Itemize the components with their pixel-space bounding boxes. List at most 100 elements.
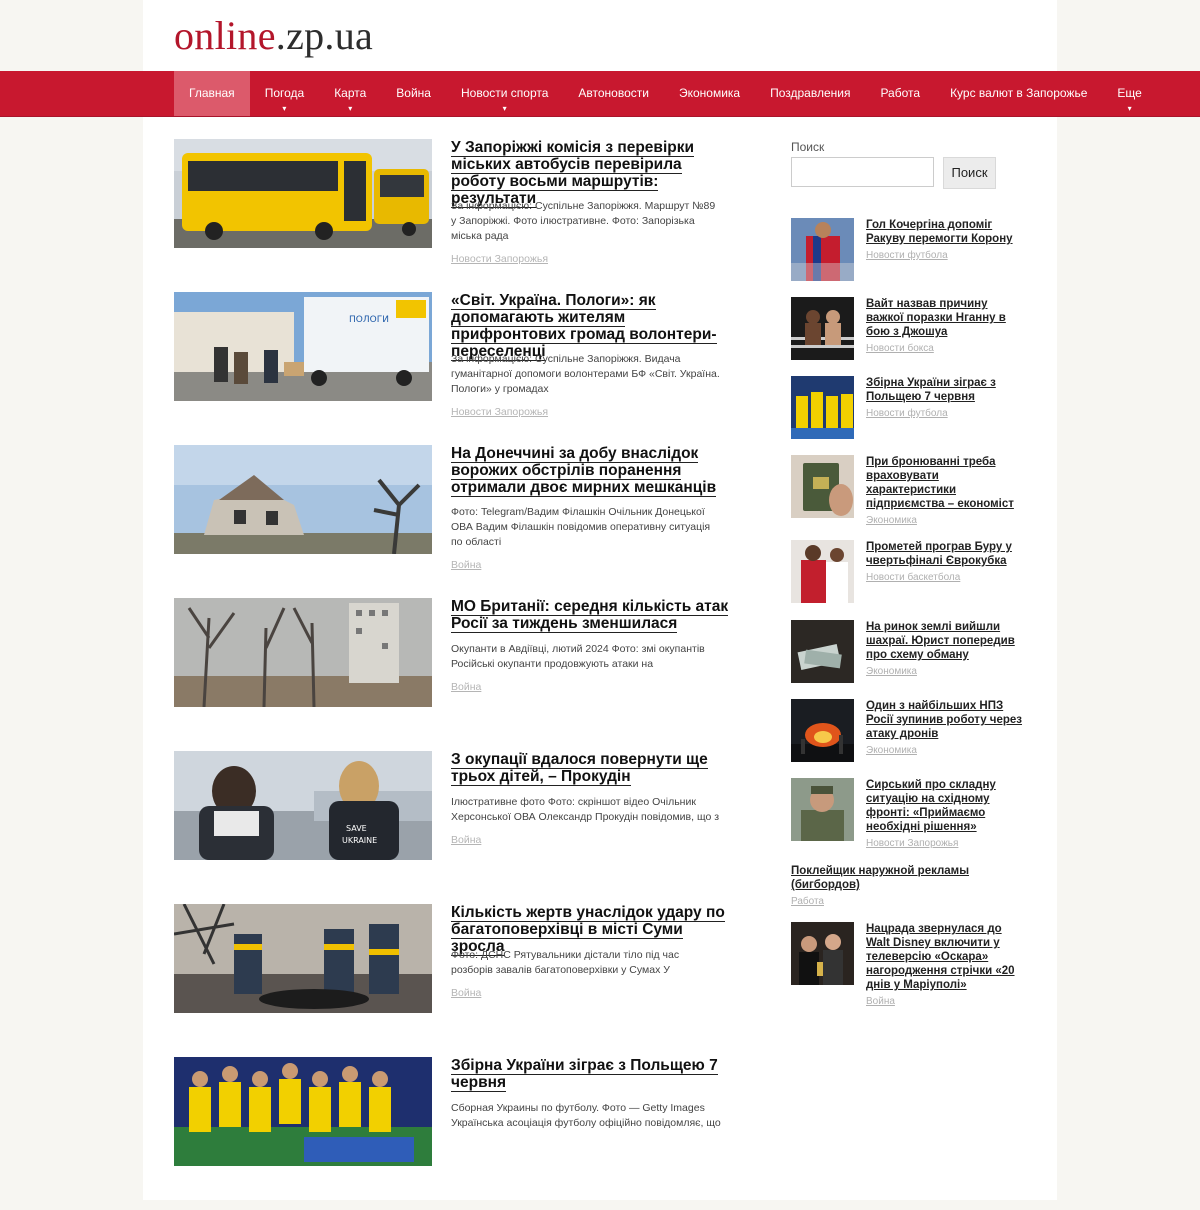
article-excerpt: Фото: ДСНС Рятувальники дістали тіло під…	[451, 949, 680, 976]
nav-item[interactable]: Еще ▾	[1102, 71, 1156, 116]
sidebar-news-title[interactable]: На ринок землі вийшли шахраї. Юрист попе…	[866, 620, 1027, 662]
article-category-link[interactable]: Война	[451, 681, 481, 693]
nav-item[interactable]: Курс валют в Запорожье	[935, 71, 1102, 116]
nav-item[interactable]: Погода ▾	[250, 71, 320, 116]
sidebar-news-title[interactable]: Нацрада звернулася до Walt Disney включи…	[866, 922, 1027, 992]
nav-item[interactable]: Карта ▾	[319, 71, 381, 116]
sidebar-news-title[interactable]: Один з найбільших НПЗ Росії зупинив робо…	[866, 699, 1027, 741]
article-category-link[interactable]: Война	[451, 987, 481, 999]
article-thumbnail[interactable]	[174, 445, 432, 554]
article-title-link[interactable]: МО Британії: середня кількість атак Росі…	[451, 598, 729, 633]
sidebar-news-title[interactable]: Сирський про складну ситуацію на східном…	[866, 778, 1027, 834]
sidebar-category-link[interactable]: Экономика	[866, 666, 917, 677]
nav-item[interactable]: Новости спорта ▾	[446, 71, 563, 116]
sidebar-thumbnail[interactable]	[791, 540, 854, 603]
logo-part-1: online	[174, 12, 276, 58]
article-title[interactable]: З окупації вдалося повернути ще трьох ді…	[451, 751, 731, 786]
article-title[interactable]: У Запоріжжі комісія з перевірки міських …	[451, 139, 731, 208]
article-card: ПОЛОГИ «Світ. Україна. Пологи»: як допом…	[174, 292, 734, 445]
sidebar-thumbnail[interactable]	[791, 778, 854, 841]
sidebar-thumbnail[interactable]	[791, 218, 854, 281]
search-button[interactable]: Поиск	[943, 157, 996, 189]
sidebar-news-title-link[interactable]: Один з найбільших НПЗ Росії зупинив робо…	[866, 700, 1022, 740]
sidebar-news-title-link[interactable]: При бронюванні треба враховувати характе…	[866, 456, 1014, 510]
article-excerpt: Окупанти в Авдіївці, лютий 2024 Фото: зм…	[451, 643, 705, 670]
sidebar-category-link[interactable]: Новости Запорожья	[866, 838, 958, 849]
article-category-link[interactable]: Война	[451, 559, 481, 571]
article-excerpt: За інформацією: Суспільне Запоріжжя. Вид…	[451, 353, 720, 395]
sidebar-news-title-link[interactable]: Сирський про складну ситуацію на східном…	[866, 779, 996, 833]
article-title-link[interactable]: З окупації вдалося повернути ще трьох ді…	[451, 751, 708, 786]
article-card: У Запоріжжі комісія з перевірки міських …	[174, 139, 734, 292]
site-logo[interactable]: online.zp.ua	[174, 12, 373, 58]
sidebar-thumbnail[interactable]	[791, 455, 854, 518]
sidebar-thumbnail[interactable]	[791, 297, 854, 360]
sidebar-category-link[interactable]: Новости футбола	[866, 250, 948, 261]
nav-item[interactable]: Поздравления	[755, 71, 865, 116]
article-title[interactable]: На Донеччині за добу внаслідок ворожих о…	[451, 445, 731, 497]
sidebar-news-title-link[interactable]: Збірна України зіграє з Польщею 7 червня	[866, 377, 996, 403]
nav-item[interactable]: Автоновости	[563, 71, 664, 116]
sidebar-category-link[interactable]: Экономика	[866, 515, 917, 526]
nav-item[interactable]: Война	[381, 71, 446, 116]
article-title[interactable]: Збірна України зіграє з Польщею 7 червня	[451, 1057, 731, 1092]
nav-item-label: Работа	[880, 86, 921, 100]
nav-item-label: Война	[396, 86, 431, 100]
article-title-link[interactable]: На Донеччині за добу внаслідок ворожих о…	[451, 445, 717, 497]
sidebar-news-title[interactable]: Збірна України зіграє з Польщею 7 червня	[866, 376, 1027, 404]
sidebar-news-title[interactable]: Вайт назвав причину важкої поразки Нганн…	[866, 297, 1027, 339]
sidebar-thumbnail[interactable]	[791, 699, 854, 762]
search-row: Поиск	[791, 157, 1027, 189]
sidebar-category-link[interactable]: Война	[866, 996, 895, 1007]
article-title[interactable]: «Світ. Україна. Пологи»: як допомагають …	[451, 292, 731, 361]
sidebar-news-title-link[interactable]: Вайт назвав причину важкої поразки Нганн…	[866, 298, 1006, 338]
article-card: SAVE UKRAINE З окупації вдалося повернути …	[174, 751, 734, 904]
article-title[interactable]: МО Британії: середня кількість атак Росі…	[451, 598, 731, 633]
article-thumbnail[interactable]: ПОЛОГИ	[174, 292, 432, 401]
search-label: Поиск	[791, 140, 825, 154]
sidebar-news-title[interactable]: Прометей програв Буру у чвертьфіналі Євр…	[866, 540, 1027, 568]
sidebar-news-title-link[interactable]: Прометей програв Буру у чвертьфіналі Євр…	[866, 541, 1012, 567]
article-list: У Запоріжжі комісія з перевірки міських …	[174, 139, 734, 1210]
sidebar-job-title-link[interactable]: Поклейщик наружной рекламы (бигбордов)	[791, 865, 969, 891]
sidebar-job-item: Поклейщик наружной рекламы (бигбордов) Ра…	[791, 864, 991, 907]
nav-item[interactable]: Главная	[174, 71, 250, 116]
article-thumbnail[interactable]	[174, 598, 432, 707]
chevron-down-icon: ▾	[282, 104, 287, 113]
main-nav: Главная Погода ▾ Карта ▾ Война Новости спорта ▾…	[0, 71, 1200, 117]
article-thumbnail[interactable]	[174, 139, 432, 248]
sidebar-thumbnail[interactable]	[791, 620, 854, 683]
article-category-link[interactable]: Новости Запорожья	[451, 253, 548, 265]
sidebar-news-title-link[interactable]: Гол Кочергіна допоміг Ракуву перемогти К…	[866, 219, 1013, 245]
sidebar-news-title[interactable]: Гол Кочергіна допоміг Ракуву перемогти К…	[866, 218, 1027, 246]
article-thumbnail[interactable]	[174, 904, 432, 1013]
article-thumbnail[interactable]: SAVE UKRAINE	[174, 751, 432, 860]
sidebar-news-title[interactable]: При бронюванні треба враховувати характе…	[866, 455, 1027, 511]
sidebar-thumbnail[interactable]	[791, 922, 854, 985]
article-category-link[interactable]: Новости Запорожья	[451, 406, 548, 418]
sidebar-job-title[interactable]: Поклейщик наружной рекламы (бигбордов)	[791, 864, 991, 892]
sidebar-news-title-link[interactable]: На ринок землі вийшли шахраї. Юрист попе…	[866, 621, 1015, 661]
sidebar-job-category-link[interactable]: Работа	[791, 896, 991, 907]
sidebar-news-title-link[interactable]: Нацрада звернулася до Walt Disney включи…	[866, 923, 1015, 991]
article-title-link[interactable]: «Світ. Україна. Пологи»: як допомагають …	[451, 292, 717, 361]
article-title-link[interactable]: Збірна України зіграє з Польщею 7 червня	[451, 1057, 718, 1092]
nav-item[interactable]: Экономика	[664, 71, 755, 116]
svg-text:UKRAINE: UKRAINE	[342, 836, 377, 845]
sidebar-category-link[interactable]: Новости бокса	[866, 343, 934, 354]
article-title-link[interactable]: У Запоріжжі комісія з перевірки міських …	[451, 139, 695, 208]
search-input[interactable]	[791, 157, 934, 187]
svg-text:ПОЛОГИ: ПОЛОГИ	[349, 315, 389, 325]
article-excerpt: Сборная Украины по футболу. Фото — Getty…	[451, 1102, 721, 1129]
chevron-down-icon: ▾	[348, 104, 353, 113]
article-thumbnail[interactable]	[174, 1057, 432, 1166]
nav-item-label: Курс валют в Запорожье	[950, 86, 1088, 100]
article-card: Збірна України зіграє з Польщею 7 червня…	[174, 1057, 734, 1210]
nav-item[interactable]: Работа	[865, 71, 935, 116]
chevron-down-icon: ▾	[502, 104, 507, 113]
sidebar-category-link[interactable]: Новости баскетбола	[866, 572, 960, 583]
sidebar-thumbnail[interactable]	[791, 376, 854, 439]
article-category-link[interactable]: Война	[451, 834, 481, 846]
sidebar-category-link[interactable]: Экономика	[866, 745, 917, 756]
sidebar-category-link[interactable]: Новости футбола	[866, 408, 948, 419]
